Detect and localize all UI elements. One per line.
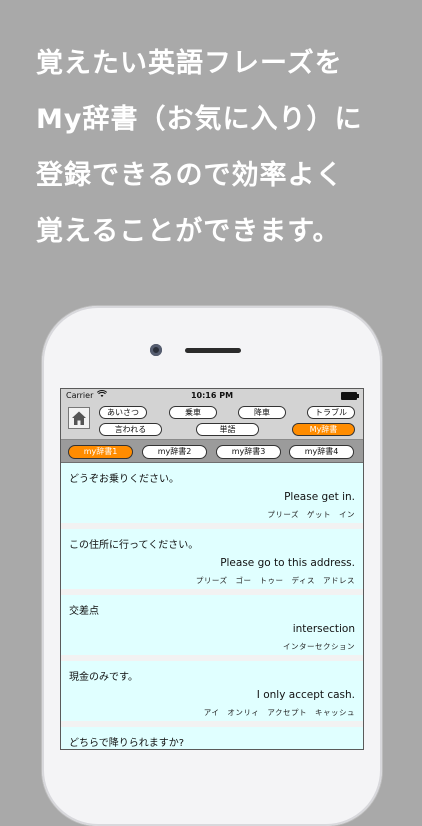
earpiece-speaker <box>185 348 241 353</box>
tab-my-dictionary-3[interactable]: my辞書3 <box>216 445 281 459</box>
phrase-english: Please go to this address. <box>220 557 355 569</box>
home-button[interactable] <box>68 407 90 429</box>
phrase-pronunciation: プリーズ ゴー トゥー ディス アドレス <box>195 576 355 585</box>
list-item[interactable]: この住所に行ってください。 Please go to this address.… <box>61 529 363 595</box>
dictionary-tab-bar: my辞書1 my辞書2 my辞書3 my辞書4 <box>61 440 363 463</box>
status-bar: Carrier 10:16 PM <box>61 389 363 403</box>
headline-line-3: 登録できるので効率よく <box>36 160 344 191</box>
category-boarding-button[interactable]: 乗車 <box>169 406 217 419</box>
phrase-english: Please get in. <box>284 491 355 503</box>
phrase-english: intersection <box>292 623 355 635</box>
home-icon <box>72 411 86 425</box>
list-item[interactable]: どちらで降りられますか? <box>61 727 363 749</box>
category-things-said-button[interactable]: 言われる <box>99 423 162 436</box>
front-camera-icon <box>150 344 162 356</box>
phrase-japanese: どうぞお乗りください。 <box>69 474 179 485</box>
category-my-dictionary-button[interactable]: My辞書 <box>292 423 355 436</box>
headline: 覚えたい英語フレーズを My辞書（お気に入り）に 登録できるので効率よく 覚える… <box>36 36 416 260</box>
app-screen: Carrier 10:16 PM あいさつ 乗車 降車 トラブル 言われる 単語… <box>60 388 364 750</box>
category-trouble-button[interactable]: トラブル <box>307 406 355 419</box>
category-words-button[interactable]: 単語 <box>196 423 259 436</box>
battery-icon <box>341 392 359 400</box>
tab-my-dictionary-4[interactable]: my辞書4 <box>289 445 354 459</box>
list-item[interactable]: どうぞお乗りください。 Please get in. プリーズ ゲット イン <box>61 463 363 529</box>
phrase-pronunciation: アイ オンリィ アクセプト キャッシュ <box>203 708 355 717</box>
tab-my-dictionary-1[interactable]: my辞書1 <box>68 445 133 459</box>
phrase-japanese: どちらで降りられますか? <box>69 738 185 749</box>
category-greetings-button[interactable]: あいさつ <box>99 406 147 419</box>
phrase-list: どうぞお乗りください。 Please get in. プリーズ ゲット イン こ… <box>61 463 363 749</box>
category-alighting-button[interactable]: 降車 <box>238 406 286 419</box>
phrase-japanese: 現金のみです。 <box>69 672 138 683</box>
list-item[interactable]: 交差点 intersection インターセクション <box>61 595 363 661</box>
headline-line-1: 覚えたい英語フレーズを <box>36 48 343 79</box>
headline-line-2: My辞書（お気に入り）に <box>36 104 363 135</box>
phrase-english: I only accept cash. <box>256 689 355 701</box>
list-item[interactable]: 現金のみです。 I only accept cash. アイ オンリィ アクセプ… <box>61 661 363 727</box>
clock-time: 10:16 PM <box>190 391 234 400</box>
phrase-japanese: この住所に行ってください。 <box>69 540 199 551</box>
phrase-japanese: 交差点 <box>69 606 99 617</box>
phrase-pronunciation: プリーズ ゲット イン <box>267 510 355 519</box>
phrase-pronunciation: インターセクション <box>283 642 355 651</box>
category-toolbar: あいさつ 乗車 降車 トラブル 言われる 単語 My辞書 <box>61 403 363 440</box>
tab-my-dictionary-2[interactable]: my辞書2 <box>142 445 207 459</box>
headline-line-4: 覚えることができます。 <box>36 216 341 247</box>
